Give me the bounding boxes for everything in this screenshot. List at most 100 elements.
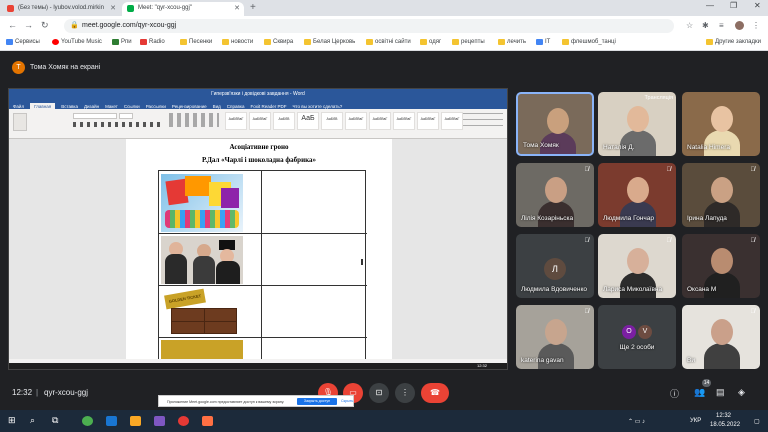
info-icon[interactable]: ⓘ [670,387,679,400]
table-cell [262,286,367,338]
firefox-icon[interactable] [202,416,213,426]
search-icon[interactable]: ⌕ [30,415,35,426]
participant-name: Лариса Миколаївна [603,286,663,293]
close-icon[interactable]: ✕ [234,4,240,12]
participant-name: Ви [687,357,695,364]
participant-face [711,319,733,345]
paste-icon [13,113,27,131]
explorer-icon[interactable] [130,416,141,426]
reload-icon[interactable]: ↻ [41,20,49,31]
style-item: АаБбВвГ [393,112,415,130]
participant-tile[interactable]: 🎙̸ Ви [682,305,760,369]
participant-tile[interactable]: 🎙̸ Людмила Гончар [598,163,676,227]
word-icon[interactable] [106,416,117,426]
stop-sharing-button[interactable]: Закрыть доступ [297,398,337,405]
participant-face [711,106,733,132]
address-toolbar: ← → ↻ 🔒 meet.google.com/qyr-xcou-ggj ☆ ✱… [0,16,768,36]
participant-tile[interactable]: 🎙̸ katerina gavan [516,305,594,369]
profile-avatar[interactable] [735,21,744,30]
task-view-icon[interactable]: ⧉ [52,415,58,426]
tab-meet[interactable]: Meet: "qyr-xcou-ggj" ✕ [122,2,244,16]
word-titlebar: Гиперзв'язки і довідкові завдання - Word [9,89,507,100]
participant-tile[interactable]: 🎙̸ Ірина Лапуда [682,163,760,227]
broadcast-tag: Трансляція [644,95,674,101]
bookmark-item[interactable]: рецепты [452,39,485,45]
editing-group [463,113,503,131]
language-indicator[interactable]: УКР [690,418,701,424]
bookmark-item[interactable]: IT [536,39,550,45]
bookmark-item[interactable]: одяг [420,39,441,45]
hide-button[interactable]: Скрыть [341,399,353,403]
participant-tile[interactable]: 🎙̸ Оксана М [682,234,760,298]
bookmark-item[interactable]: Другие закладки [706,39,761,45]
chrome-icon[interactable] [82,416,93,426]
document-subheading: Р.Дал «Чарлі і шоколадна фабрика» [201,156,317,164]
participant-video [538,343,574,369]
new-tab-button[interactable]: + [250,2,256,13]
app-icon[interactable] [154,416,165,426]
close-icon[interactable]: ✕ [110,4,116,12]
participant-tile[interactable]: Тома Хомяк [516,92,594,156]
word-ribbon: АаБбВвГ АаБбВвГ АаБбВ АаБ АаБбВ АаБбВвГ … [9,109,507,139]
extensions-icon[interactable]: ✱ [702,21,709,30]
bookmark-item[interactable]: Рпи [112,39,132,45]
bookmark-item[interactable]: YouTube Music [52,39,102,45]
participant-name: Natalia Himera [687,144,730,151]
bookmark-item[interactable]: Сервисы [6,39,40,45]
participant-tile[interactable]: Л 🎙̸ Людмила Вдовиченко [516,234,594,298]
minimize-button[interactable]: — [706,1,714,10]
golden-ticket-image: GOLDEN TICKET [161,288,243,336]
styles-gallery: АаБбВвГ АаБбВвГ АаБбВ АаБ АаБбВ АаБбВвГ … [225,112,463,130]
close-window-button[interactable]: ✕ [754,1,761,10]
start-icon[interactable]: ⊞ [8,415,16,426]
participant-video [704,343,740,369]
participant-tile[interactable]: 🎙̸ Лілія Козаріньска [516,163,594,227]
url-bar[interactable]: 🔒 meet.google.com/qyr-xcou-ggj [64,19,674,33]
participant-face [627,106,649,132]
participant-tile[interactable]: Natalia Himera [682,92,760,156]
more-options-button[interactable]: ⋮ [395,383,415,403]
menu-icon[interactable]: ⋮ [752,21,760,30]
style-item: АаБбВвГ [249,112,271,130]
bookmark-item[interactable]: новости [222,39,253,45]
participant-face [545,319,567,345]
chat-icon[interactable]: ▤ [716,387,725,398]
tab-mail[interactable]: (Без темы) - lyubov.volod.mirkin ✕ [2,2,120,16]
activities-icon[interactable]: ◈ [738,387,745,398]
leave-call-button[interactable]: ☎ [421,383,449,403]
font-size-box [119,113,133,119]
opera-icon[interactable] [178,416,189,426]
tab-label: Meet: "qyr-xcou-ggj" [138,5,192,11]
meeting-code: qyr-xcou-ggj [44,388,89,397]
mic-muted-icon: 🎙̸ [584,238,590,244]
bookmark-item[interactable]: флешмоб_танці [562,39,616,45]
document-table: GOLDEN TICKET [158,170,367,361]
participant-name: Оксана М [687,286,717,293]
participant-face [711,248,733,274]
present-button[interactable]: ⊡ [369,383,389,403]
notifications-icon[interactable]: ▢ [754,418,760,425]
bookmark-item[interactable]: Белая Церковь [304,39,355,45]
meeting-time: 12:32 [12,388,33,397]
bookmark-item[interactable]: Radio [140,39,165,45]
table-cell [262,234,367,286]
maximize-button[interactable]: ❐ [730,1,737,10]
phone-hangup-icon: ☎ [430,388,440,397]
star-icon[interactable]: ☆ [686,21,693,30]
participant-face [547,108,569,134]
forward-icon[interactable]: → [24,20,33,30]
tray-icons[interactable]: ⌃ ▭ ♪ [628,418,645,425]
back-icon[interactable]: ← [8,20,17,30]
participant-count-badge: 14 [702,379,711,387]
bookmark-item[interactable]: Сквира [264,39,293,45]
bookmark-item[interactable]: Песенки [180,39,212,45]
font-name-box [73,113,117,119]
table-cell [159,171,262,234]
people-icon[interactable]: 👥 [694,387,705,398]
participant-tile[interactable]: 🎙̸ Лариса Миколаївна [598,234,676,298]
bookmark-item[interactable]: освітні сайти [366,39,411,45]
participant-tile[interactable]: О V Ще 2 особи [598,305,676,369]
participant-tile[interactable]: Трансляція Наталія Д. [598,92,676,156]
reading-list-icon[interactable]: ≡ [719,21,724,30]
bookmark-item[interactable]: лечить [498,39,526,45]
